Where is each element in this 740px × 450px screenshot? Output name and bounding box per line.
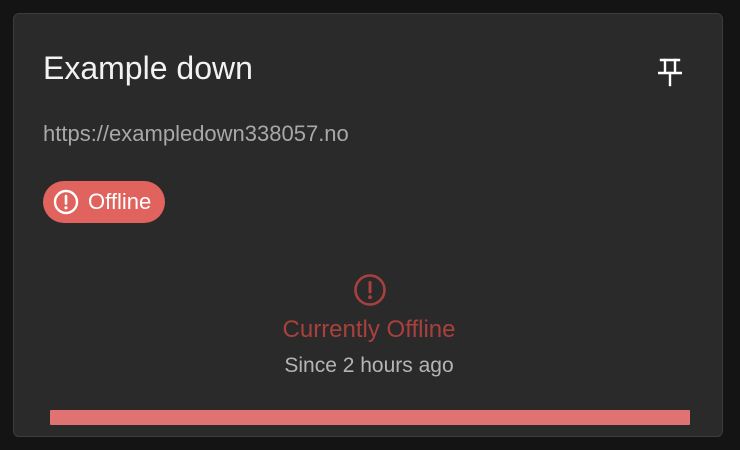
uptime-bar: [50, 410, 690, 425]
uptime-bar-fill: [50, 410, 690, 425]
alert-circle-icon: [53, 189, 79, 215]
pin-icon[interactable]: [658, 57, 682, 87]
monitor-url: https://exampledown338057.no: [43, 121, 349, 146]
status-badge: Offline: [43, 181, 166, 223]
alert-circle-icon: [354, 274, 386, 306]
status-badge-label: Offline: [88, 189, 152, 214]
monitor-title: Example down: [43, 50, 253, 86]
status-title: Currently Offline: [282, 316, 456, 343]
monitor-card[interactable]: Example down https://exampledown338057.n…: [13, 13, 723, 437]
status-since: Since 2 hours ago: [284, 354, 454, 377]
